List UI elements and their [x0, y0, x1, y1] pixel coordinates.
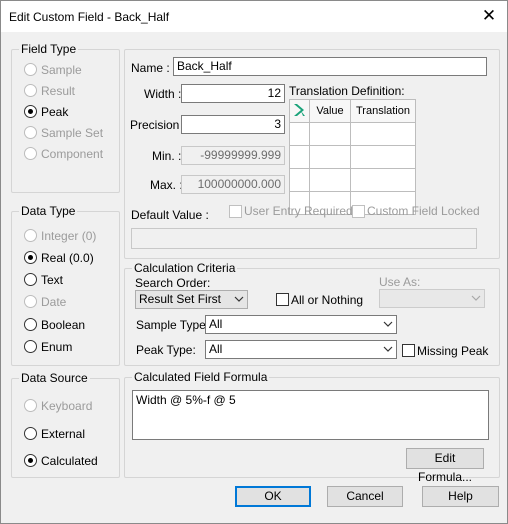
precision-label: Precision : — [130, 118, 187, 132]
max-label: Max. : — [150, 178, 183, 192]
translation-grid[interactable]: Value Translation — [289, 99, 416, 215]
sample-type-dropdown[interactable]: All — [205, 315, 397, 334]
peak-type-value: All — [209, 342, 223, 356]
name-input[interactable]: Back_Half — [173, 57, 487, 76]
table-row[interactable] — [289, 145, 416, 169]
peak-type-dropdown[interactable]: All — [205, 340, 397, 359]
min-input[interactable]: -99999999.999 — [181, 146, 285, 165]
title-bar: Edit Custom Field - Back_Half ✕ — [1, 1, 507, 32]
radio-button[interactable] — [24, 229, 37, 242]
name-label: Name : — [131, 61, 170, 75]
window-title: Edit Custom Field - Back_Half — [9, 10, 170, 24]
all-or-nothing-checkbox[interactable] — [276, 293, 289, 306]
data-type-legend: Data Type — [19, 204, 78, 218]
radio-button[interactable] — [24, 251, 37, 264]
custom-field-locked-label: Custom Field Locked — [367, 204, 480, 218]
calculation-criteria-legend: Calculation Criteria — [132, 261, 238, 275]
peak-type-label: Peak Type: — [136, 343, 196, 357]
use-as-label: Use As: — [379, 275, 421, 289]
chevron-down-icon — [471, 295, 481, 301]
chevron-down-icon — [383, 321, 393, 327]
edit-custom-field-dialog: Edit Custom Field - Back_Half ✕ Field Ty… — [0, 0, 508, 524]
table-row[interactable] — [289, 168, 416, 192]
data-source-group: Data Source Keyboard External Calculated — [11, 371, 120, 478]
ok-button[interactable]: OK — [235, 486, 311, 507]
width-input[interactable]: 12 — [181, 84, 285, 103]
arrow-icon — [293, 103, 305, 116]
custom-field-locked-checkbox[interactable] — [352, 205, 365, 218]
radio-label: Component — [41, 147, 104, 161]
radio-button[interactable] — [24, 318, 37, 331]
help-button[interactable]: Help — [422, 486, 499, 507]
max-input[interactable]: 100000000.000 — [181, 175, 285, 194]
translation-grid-header: Value Translation — [289, 99, 416, 123]
precision-input[interactable]: 3 — [181, 115, 285, 134]
table-row[interactable] — [289, 122, 416, 146]
radio-label: Keyboard — [41, 399, 93, 413]
radio-button[interactable] — [24, 454, 37, 467]
grid-header-translation: Translation — [350, 99, 416, 123]
search-order-value: Result Set First — [139, 292, 222, 306]
formula-textarea[interactable]: Width @ 5%-f @ 5 — [132, 390, 489, 440]
field-type-group: Field Type Sample Result Peak Sample Set… — [11, 42, 120, 193]
translation-definition-label: Translation Definition: — [289, 84, 405, 98]
use-as-dropdown[interactable] — [379, 289, 485, 308]
radio-label: Result — [41, 84, 76, 98]
user-entry-required-label: User Entry Required — [244, 204, 353, 218]
radio-button[interactable] — [24, 273, 37, 286]
field-type-legend: Field Type — [19, 42, 79, 56]
radio-label: Enum — [41, 340, 73, 354]
radio-button[interactable] — [24, 126, 37, 139]
radio-label: Boolean — [41, 318, 86, 332]
radio-button[interactable] — [24, 399, 37, 412]
radio-label: Sample — [41, 63, 82, 77]
radio-button[interactable] — [24, 63, 37, 76]
radio-label: Text — [41, 273, 64, 287]
missing-peak-label: Missing Peak — [417, 344, 489, 358]
edit-formula-button[interactable]: Edit Formula... — [406, 448, 484, 484]
radio-label: Peak — [41, 105, 69, 119]
cancel-button[interactable]: Cancel — [327, 486, 403, 507]
all-or-nothing-label: All or Nothing — [291, 293, 364, 307]
radio-button[interactable] — [24, 340, 37, 353]
radio-label: Calculated — [41, 454, 98, 468]
radio-label: Sample Set — [41, 126, 104, 140]
default-value-input[interactable] — [131, 228, 477, 249]
radio-button[interactable] — [24, 427, 37, 440]
radio-button[interactable] — [24, 105, 37, 118]
min-label: Min. : — [152, 149, 182, 163]
radio-button[interactable] — [24, 84, 37, 97]
radio-label: External — [41, 427, 86, 441]
user-entry-required-checkbox[interactable] — [229, 205, 242, 218]
radio-label: Integer (0) — [41, 229, 97, 243]
grid-corner-cell[interactable] — [289, 99, 310, 123]
radio-label: Real (0.0) — [41, 251, 94, 265]
width-label: Width : — [144, 87, 182, 101]
search-order-label: Search Order: — [135, 276, 211, 290]
formula-legend: Calculated Field Formula — [132, 370, 270, 384]
radio-button[interactable] — [24, 147, 37, 160]
close-icon[interactable]: ✕ — [477, 4, 501, 28]
chevron-down-icon — [234, 296, 244, 302]
chevron-down-icon — [383, 346, 393, 352]
grid-header-value: Value — [309, 99, 351, 123]
data-source-legend: Data Source — [19, 371, 90, 385]
radio-label: Date — [41, 295, 67, 309]
data-type-group: Data Type Integer (0) Real (0.0) Text Da… — [11, 204, 120, 366]
default-value-label: Default Value : — [131, 208, 209, 222]
search-order-dropdown[interactable]: Result Set First — [135, 290, 248, 309]
missing-peak-checkbox[interactable] — [402, 344, 415, 357]
sample-type-label: Sample Type: — [136, 318, 210, 332]
radio-button[interactable] — [24, 295, 37, 308]
sample-type-value: All — [209, 317, 223, 331]
